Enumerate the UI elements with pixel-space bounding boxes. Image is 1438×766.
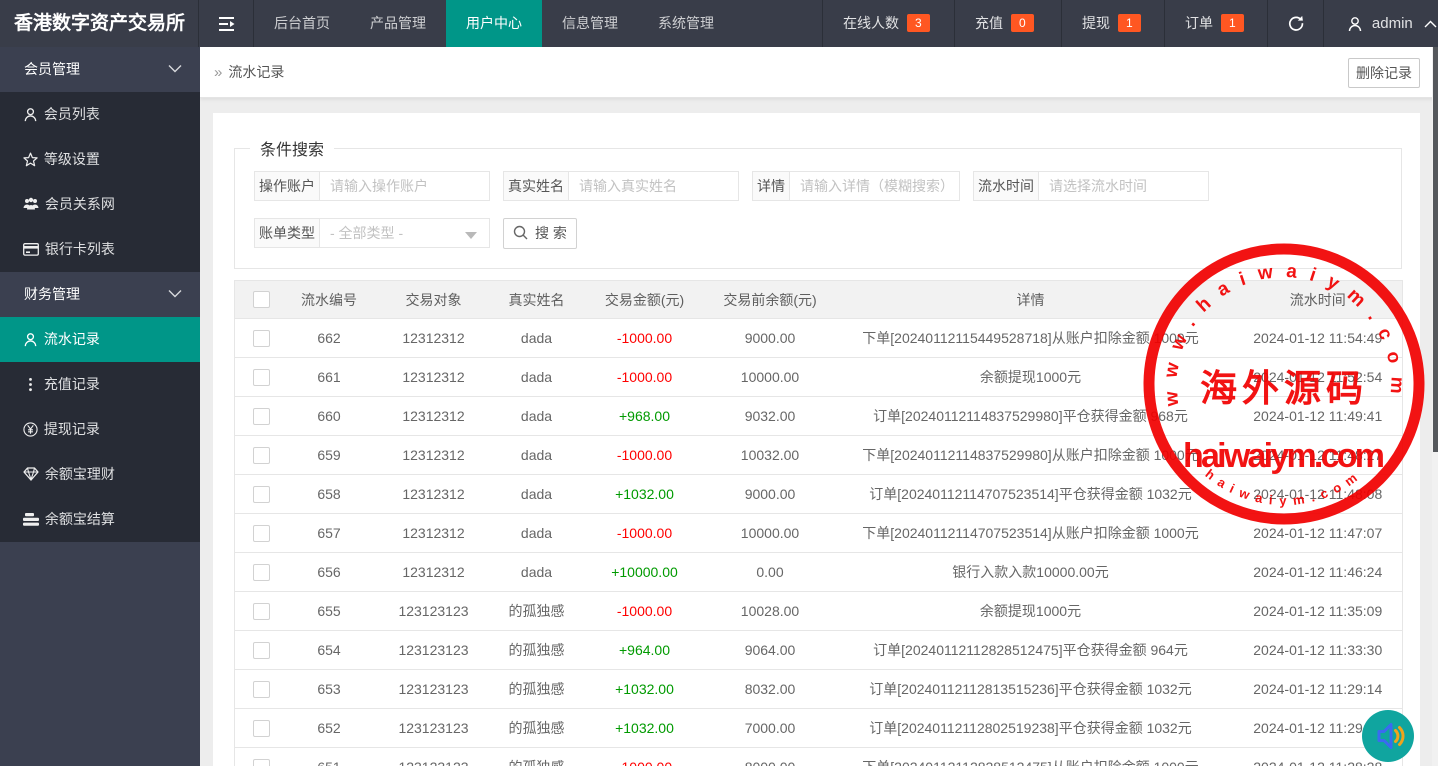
svg-text:海外源码: 海外源码 bbox=[1200, 368, 1368, 410]
svg-text:haiwaiym.com: haiwaiym.com bbox=[1183, 437, 1385, 475]
